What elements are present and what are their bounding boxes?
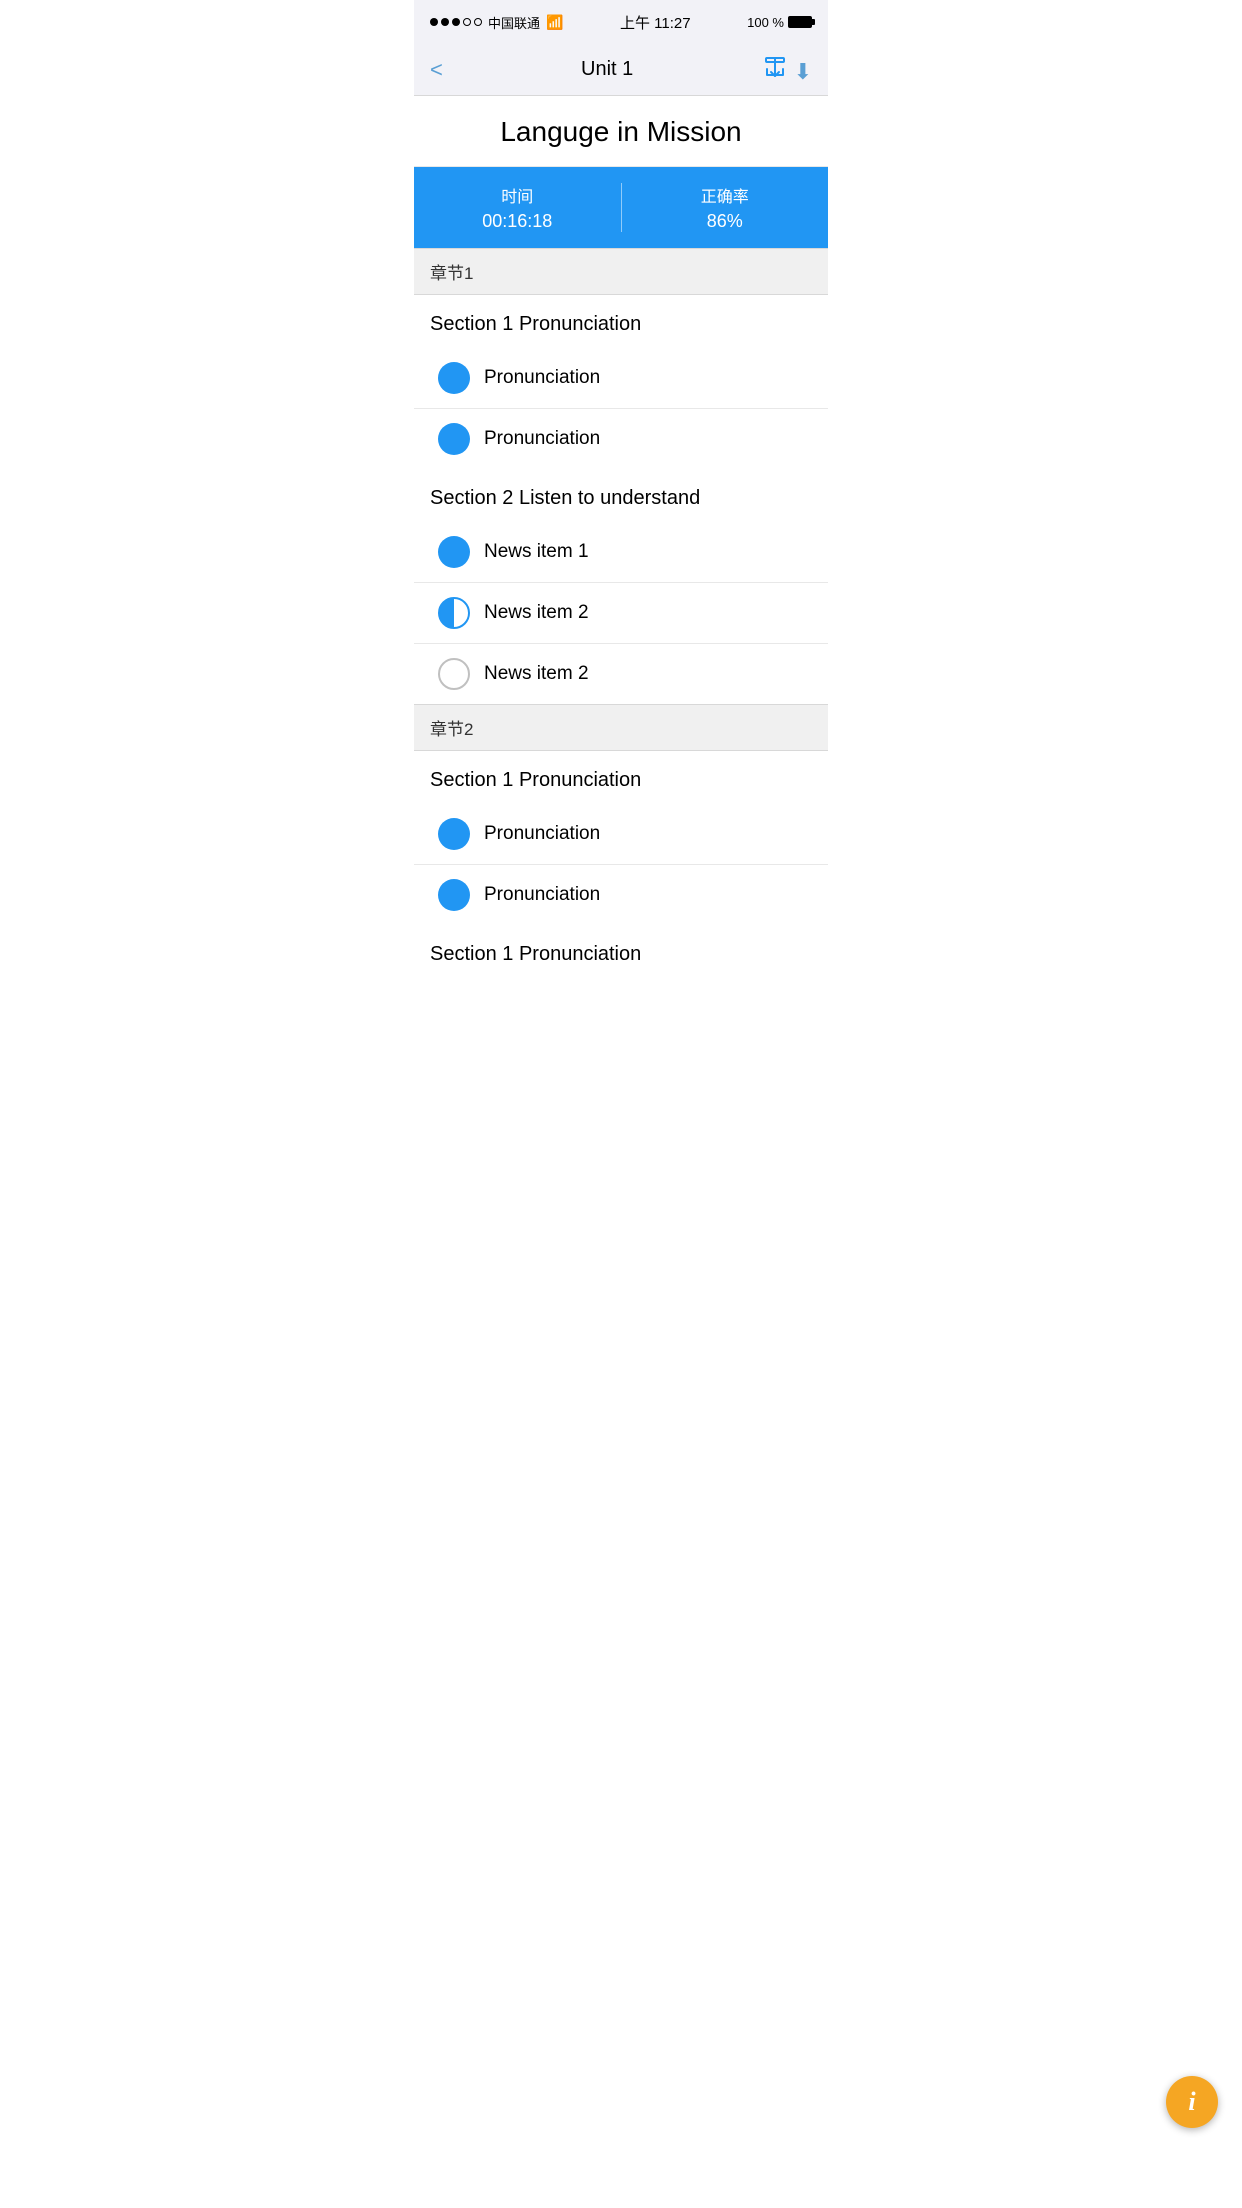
nav-title: Unit 1 <box>581 58 633 81</box>
battery-percent: 100 % <box>747 15 784 30</box>
battery-icon <box>788 16 812 28</box>
signal-dots <box>430 18 482 26</box>
list-item[interactable]: News item 2 <box>414 583 828 644</box>
list-item[interactable]: News item 1 <box>414 522 828 583</box>
circle-empty-icon <box>438 658 470 690</box>
time-value: 00:16:18 <box>414 211 621 232</box>
chapter-2-label: 章节2 <box>430 720 473 739</box>
section-1-2-title: Section 2 Listen to understand <box>414 469 828 522</box>
info-fab-button[interactable]: i <box>1166 2076 1218 2128</box>
section-2-1-title: Section 1 Pronunciation <box>414 751 828 804</box>
page-title-section: Languge in Mission <box>414 96 828 167</box>
stat-time: 时间 00:16:18 <box>414 183 622 232</box>
section-1-1-items: Pronunciation Pronunciation <box>414 348 828 469</box>
item-label: Pronunciation <box>484 367 600 389</box>
back-button[interactable]: < <box>430 53 451 87</box>
list-item[interactable]: Pronunciation <box>414 865 828 925</box>
info-icon: i <box>1188 2087 1195 2117</box>
item-label: Pronunciation <box>484 884 600 906</box>
chapter-1-header: 章节1 <box>414 248 828 295</box>
item-label: News item 2 <box>484 602 589 624</box>
item-label: News item 1 <box>484 541 589 563</box>
list-item[interactable]: Pronunciation <box>414 804 828 865</box>
download-icon <box>763 55 787 79</box>
carrier-label: 中国联通 <box>488 13 540 32</box>
circle-full-icon <box>438 536 470 568</box>
signal-dot-2 <box>441 18 449 26</box>
section-2-1-items: Pronunciation Pronunciation <box>414 804 828 925</box>
circle-full-icon <box>438 362 470 394</box>
status-left: 中国联通 📶 <box>430 13 563 32</box>
list-item[interactable]: Pronunciation <box>414 348 828 409</box>
signal-dot-1 <box>430 18 438 26</box>
status-bar: 中国联通 📶 上午 11:27 100 % <box>414 0 828 44</box>
page-title: Languge in Mission <box>430 116 812 148</box>
download-button[interactable]: ⬇︎ <box>763 55 812 85</box>
chapter-1-label: 章节1 <box>430 264 473 283</box>
nav-bar: < Unit 1 ⬇︎ <box>414 44 828 96</box>
section-1-1-title: Section 1 Pronunciation <box>414 295 828 348</box>
section-2-2-title: Section 1 Pronunciation <box>414 925 828 978</box>
signal-dot-5 <box>474 18 482 26</box>
time-label: 时间 <box>414 183 621 207</box>
chapter-1: 章节1 Section 1 Pronunciation Pronunciatio… <box>414 248 828 704</box>
list-item[interactable]: News item 2 <box>414 644 828 704</box>
signal-dot-3 <box>452 18 460 26</box>
chapter-2: 章节2 Section 1 Pronunciation Pronunciatio… <box>414 704 828 978</box>
accuracy-label: 正确率 <box>622 183 829 207</box>
signal-dot-4 <box>463 18 471 26</box>
item-label: News item 2 <box>484 663 589 685</box>
status-right: 100 % <box>747 15 812 30</box>
section-1-2-items: News item 1 News item 2 News item 2 <box>414 522 828 704</box>
item-label: Pronunciation <box>484 823 600 845</box>
wifi-icon: 📶 <box>546 14 563 31</box>
stat-accuracy: 正确率 86% <box>622 183 829 232</box>
circle-full-icon <box>438 818 470 850</box>
circle-full-icon <box>438 879 470 911</box>
circle-full-icon <box>438 423 470 455</box>
circle-half-icon <box>438 597 470 629</box>
stats-bar: 时间 00:16:18 正确率 86% <box>414 167 828 248</box>
chapter-2-header: 章节2 <box>414 704 828 751</box>
item-label: Pronunciation <box>484 428 600 450</box>
accuracy-value: 86% <box>622 211 829 232</box>
list-item[interactable]: Pronunciation <box>414 409 828 469</box>
status-time: 上午 11:27 <box>620 12 691 33</box>
